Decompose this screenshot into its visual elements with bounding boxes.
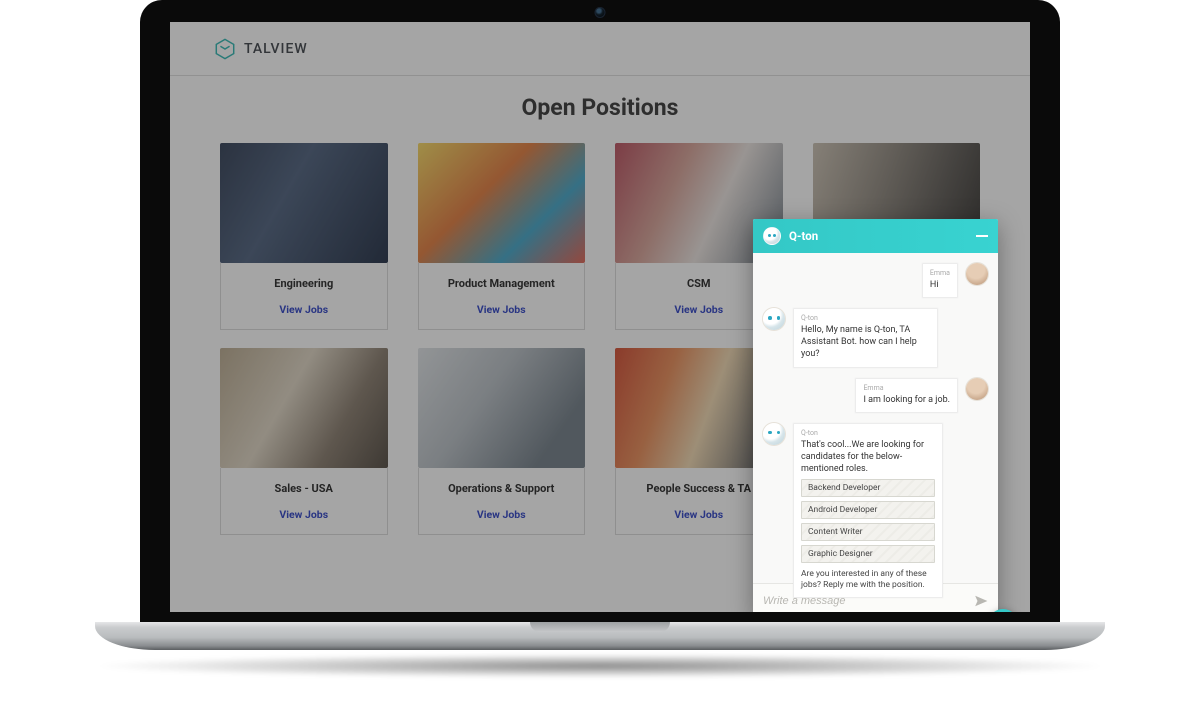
chat-message-bot: Q-ton That's cool...We are looking for c…	[763, 423, 988, 599]
laptop-shadow	[90, 654, 1110, 678]
bot-avatar-icon	[763, 227, 781, 245]
message-text: Hi	[930, 280, 939, 290]
card-title: Operations & Support	[425, 482, 579, 495]
card-title: Sales - USA	[227, 482, 381, 495]
card-thumbnail	[220, 348, 388, 468]
page-title: Open Positions	[170, 94, 1030, 121]
app-header: TALVIEW	[170, 22, 1030, 76]
chat-title: Q-ton	[789, 229, 818, 243]
message-text: Hello, My name is Q-ton, TA Assistant Bo…	[801, 325, 917, 359]
chat-option[interactable]: Android Developer	[801, 501, 935, 519]
view-jobs-link[interactable]: View Jobs	[279, 303, 328, 316]
view-jobs-link[interactable]: View Jobs	[477, 303, 526, 316]
position-card: Operations & Support View Jobs	[418, 348, 586, 535]
card-thumbnail	[418, 143, 586, 263]
view-jobs-link[interactable]: View Jobs	[477, 508, 526, 521]
chat-widget: Q-ton Emma Hi Q-ton	[753, 219, 998, 612]
chat-message-user: Emma Hi	[763, 263, 988, 298]
minimize-icon[interactable]	[976, 235, 988, 237]
laptop-base	[95, 622, 1105, 650]
chat-body: Emma Hi Q-ton Hello, My name is Q-ton, T…	[753, 253, 998, 583]
view-jobs-link[interactable]: View Jobs	[674, 303, 723, 316]
message-text: I am looking for a job.	[863, 395, 950, 405]
sender-label: Emma	[930, 269, 950, 277]
send-icon[interactable]	[974, 594, 988, 608]
brand-logo[interactable]: TALVIEW	[214, 38, 308, 60]
card-title: Product Management	[425, 277, 579, 290]
laptop-mockup: TALVIEW Open Positions Engineering View …	[140, 0, 1060, 660]
position-card: Engineering View Jobs	[220, 143, 388, 330]
bot-avatar-icon	[763, 308, 785, 330]
position-card: Sales - USA View Jobs	[220, 348, 388, 535]
laptop-bezel: TALVIEW Open Positions Engineering View …	[140, 0, 1060, 630]
view-jobs-link[interactable]: View Jobs	[279, 508, 328, 521]
user-avatar-icon	[966, 263, 988, 285]
user-avatar-icon	[966, 378, 988, 400]
sender-label: Q-ton	[801, 429, 935, 437]
brand-name: TALVIEW	[244, 41, 308, 57]
chat-header[interactable]: Q-ton	[753, 219, 998, 253]
message-text: That's cool...We are looking for candida…	[801, 440, 924, 474]
card-thumbnail	[418, 348, 586, 468]
card-thumbnail	[220, 143, 388, 263]
app-screen: TALVIEW Open Positions Engineering View …	[170, 22, 1030, 612]
chat-message-bot: Q-ton Hello, My name is Q-ton, TA Assist…	[763, 308, 988, 367]
view-jobs-link[interactable]: View Jobs	[674, 508, 723, 521]
sender-label: Q-ton	[801, 314, 930, 322]
chat-message-user: Emma I am looking for a job.	[763, 378, 988, 413]
camera-dot	[595, 7, 606, 18]
bot-avatar-icon	[763, 423, 785, 445]
sender-label: Emma	[863, 384, 950, 392]
chat-option[interactable]: Graphic Designer	[801, 545, 935, 563]
chat-option[interactable]: Backend Developer	[801, 479, 935, 497]
chat-input[interactable]	[763, 595, 966, 607]
chat-option[interactable]: Content Writer	[801, 523, 935, 541]
card-title: Engineering	[227, 277, 381, 290]
position-card: Product Management View Jobs	[418, 143, 586, 330]
hexagon-icon	[214, 38, 236, 60]
message-followup: Are you interested in any of these jobs?…	[801, 569, 935, 591]
